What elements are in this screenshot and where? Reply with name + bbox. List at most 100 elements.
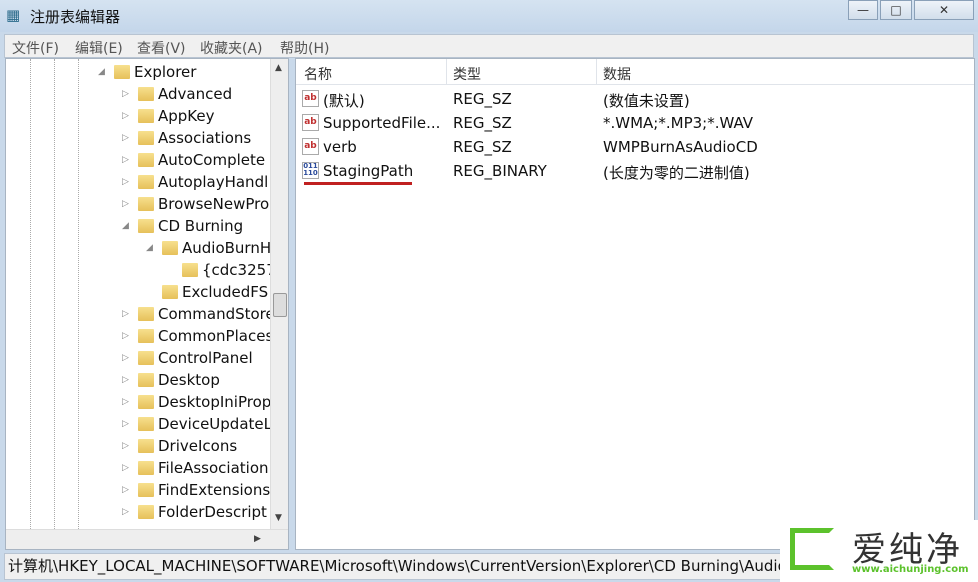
value-type: REG_SZ bbox=[453, 138, 512, 156]
tree-item-label: Associations bbox=[158, 129, 252, 147]
list-row[interactable]: ab verb REG_SZ WMPBurnAsAudioCD bbox=[296, 135, 956, 159]
folder-icon bbox=[138, 373, 154, 387]
column-type[interactable]: 类型 bbox=[453, 64, 481, 84]
expand-arrow-icon[interactable]: ▷ bbox=[122, 193, 129, 215]
expand-arrow-icon[interactable]: ▷ bbox=[122, 149, 129, 171]
tree-item[interactable]: ▷ Advanced bbox=[6, 83, 268, 105]
tree-item[interactable]: {cdc3257 bbox=[6, 259, 276, 281]
expand-arrow-icon[interactable]: ▷ bbox=[122, 391, 129, 413]
tree-item[interactable]: ▷ ControlPanel bbox=[6, 347, 268, 369]
folder-icon bbox=[138, 329, 154, 343]
expand-arrow-icon[interactable]: ▷ bbox=[122, 413, 129, 435]
expand-arrow-icon[interactable]: ▷ bbox=[122, 435, 129, 457]
list-row[interactable]: ab SupportedFile... REG_SZ *.WMA;*.MP3;*… bbox=[296, 111, 956, 135]
folder-icon bbox=[138, 131, 154, 145]
close-button[interactable]: ✕ bbox=[914, 0, 974, 20]
tree-item-label: ControlPanel bbox=[158, 349, 253, 367]
expand-arrow-icon[interactable]: ▷ bbox=[122, 347, 129, 369]
expand-arrow-icon[interactable]: ▷ bbox=[122, 479, 129, 501]
value-data: WMPBurnAsAudioCD bbox=[603, 138, 758, 156]
folder-icon bbox=[138, 505, 154, 519]
list-row[interactable]: ab (默认) REG_SZ (数值未设置) bbox=[296, 87, 956, 111]
tree-item[interactable]: ▷ AutoplayHandl bbox=[6, 171, 268, 193]
tree-item-label: DesktopIniProp bbox=[158, 393, 272, 411]
tree-item-label: FindExtensions bbox=[158, 481, 271, 499]
tree-item-label: FolderDescript bbox=[158, 503, 267, 521]
menu-file[interactable]: 文件(F) bbox=[12, 38, 59, 58]
menu-edit[interactable]: 编辑(E) bbox=[75, 38, 123, 58]
value-type: REG_BINARY bbox=[453, 162, 547, 180]
tree-item[interactable]: ▷ FileAssociation bbox=[6, 457, 269, 479]
collapse-arrow-icon[interactable]: ◢ bbox=[122, 215, 129, 237]
expand-arrow-icon[interactable]: ▷ bbox=[122, 457, 129, 479]
values-list: 名称 类型 数据 ab (默认) REG_SZ (数值未设置) ab Suppor… bbox=[295, 58, 975, 550]
window-title: 注册表编辑器 bbox=[30, 8, 121, 26]
tree-item[interactable]: ▷ Associations bbox=[6, 127, 268, 149]
tree-item[interactable]: ▷ AppKey bbox=[6, 105, 268, 127]
tree-horizontal-scrollbar[interactable]: ▶ bbox=[6, 529, 288, 549]
column-data[interactable]: 数据 bbox=[603, 64, 631, 84]
tree-item[interactable]: ◢ Explorer bbox=[6, 61, 268, 83]
scroll-thumb[interactable] bbox=[273, 293, 287, 317]
string-value-icon: ab bbox=[302, 138, 319, 155]
tree-item-label: Desktop bbox=[158, 371, 220, 389]
menu-help[interactable]: 帮助(H) bbox=[280, 38, 329, 58]
expand-arrow-icon[interactable]: ▷ bbox=[122, 105, 129, 127]
tree-item[interactable]: ▷ AutoComplete bbox=[6, 149, 268, 171]
value-type: REG_SZ bbox=[453, 90, 512, 108]
menu-view[interactable]: 查看(V) bbox=[137, 38, 186, 58]
expand-arrow-icon[interactable]: ▷ bbox=[122, 83, 129, 105]
maximize-button[interactable]: □ bbox=[880, 0, 912, 20]
string-value-icon: ab bbox=[302, 90, 319, 107]
folder-icon bbox=[138, 219, 154, 233]
logo-mark-icon bbox=[790, 528, 834, 570]
highlight-underline bbox=[304, 182, 412, 185]
tree-item-label: Explorer bbox=[134, 63, 197, 81]
expand-arrow-icon[interactable]: ▷ bbox=[122, 501, 129, 523]
scroll-right-icon[interactable]: ▶ bbox=[254, 534, 261, 544]
expand-arrow-icon[interactable]: ▷ bbox=[122, 369, 129, 391]
value-data: *.WMA;*.MP3;*.WAV bbox=[603, 114, 754, 132]
tree-item-label: AppKey bbox=[158, 107, 215, 125]
menu-favorites[interactable]: 收藏夹(A) bbox=[200, 38, 263, 58]
folder-icon bbox=[114, 65, 130, 79]
column-name[interactable]: 名称 bbox=[304, 64, 332, 84]
binary-value-icon: 011 110 bbox=[302, 162, 319, 179]
list-row[interactable]: 011 110 StagingPath REG_BINARY (长度为零的二进制值… bbox=[296, 159, 956, 183]
value-name: (默认) bbox=[323, 92, 365, 110]
collapse-arrow-icon[interactable]: ◢ bbox=[146, 237, 153, 259]
scroll-down-icon[interactable]: ▼ bbox=[275, 513, 282, 523]
tree-item[interactable]: ▷ CommonPlaces bbox=[6, 325, 273, 347]
logo-url: www.aichunjing.com bbox=[852, 564, 969, 575]
expand-arrow-icon[interactable]: ▷ bbox=[122, 325, 129, 347]
tree-item[interactable]: ▷ DriveIcons bbox=[6, 435, 268, 457]
minimize-button[interactable]: — bbox=[848, 0, 878, 20]
tree-item[interactable]: ▷ CommandStore bbox=[6, 303, 275, 325]
value-name: StagingPath bbox=[323, 162, 414, 180]
tree-item[interactable]: ◢ CD Burning bbox=[6, 215, 268, 237]
expand-arrow-icon[interactable]: ▷ bbox=[122, 127, 129, 149]
menu-bar: 文件(F) 编辑(E) 查看(V) 收藏夹(A) 帮助(H) bbox=[4, 34, 974, 58]
tree-item[interactable]: ▷ DesktopIniProp bbox=[6, 391, 272, 413]
tree-item[interactable]: ▷ DeviceUpdateL bbox=[6, 413, 272, 435]
tree-item-label: ExcludedFS bbox=[182, 283, 269, 301]
string-value-icon: ab bbox=[302, 114, 319, 131]
tree-item[interactable]: ExcludedFS bbox=[6, 281, 268, 303]
folder-icon bbox=[138, 351, 154, 365]
value-name: verb bbox=[323, 138, 357, 156]
tree-item-label: AudioBurnH bbox=[182, 239, 272, 257]
scroll-up-icon[interactable]: ▲ bbox=[275, 63, 282, 73]
tree-item[interactable]: ▷ Desktop bbox=[6, 369, 268, 391]
tree-item[interactable]: ◢ AudioBurnH bbox=[6, 237, 272, 259]
tree-item[interactable]: ▷ FindExtensions bbox=[6, 479, 271, 501]
tree-vertical-scrollbar[interactable]: ▲ ▼ bbox=[270, 59, 288, 529]
tree-item[interactable]: ▷ BrowseNewPro bbox=[6, 193, 269, 215]
expand-arrow-icon[interactable]: ▷ bbox=[122, 303, 129, 325]
collapse-arrow-icon[interactable]: ◢ bbox=[98, 61, 105, 83]
expand-arrow-icon[interactable]: ▷ bbox=[122, 171, 129, 193]
folder-icon bbox=[138, 461, 154, 475]
tree-item-label: DeviceUpdateL bbox=[158, 415, 272, 433]
folder-icon bbox=[138, 395, 154, 409]
tree-item[interactable]: ▷ FolderDescript bbox=[6, 501, 268, 523]
tree-item-label: FileAssociation bbox=[158, 459, 269, 477]
